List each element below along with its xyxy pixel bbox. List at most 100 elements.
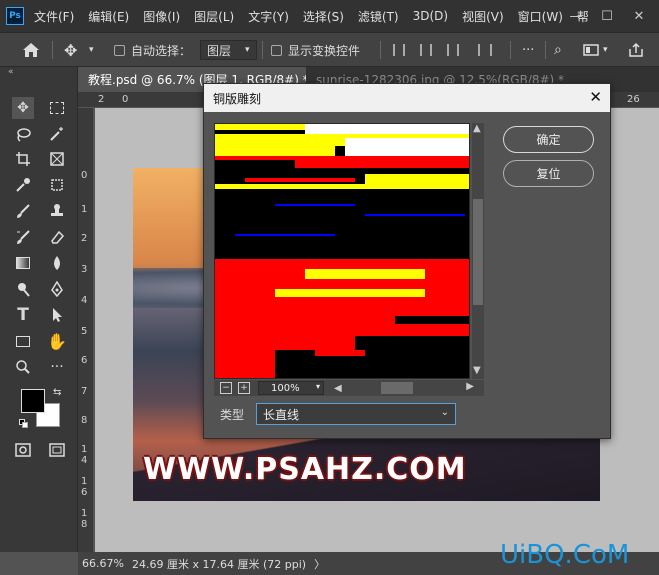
eraser-icon[interactable] [46, 226, 68, 248]
lasso-icon[interactable] [12, 123, 34, 145]
dialog-titlebar[interactable]: 铜版雕刻 ✕ [204, 84, 610, 112]
preview-vertical-scrollbar[interactable]: ▲ ▼ [472, 123, 484, 379]
distribute-icon[interactable] [478, 33, 492, 67]
checkbox-box[interactable] [114, 44, 125, 56]
filter-preview[interactable] [214, 123, 470, 379]
search-icon[interactable]: ⌕ [554, 33, 562, 67]
magic-wand-icon[interactable] [46, 123, 68, 145]
frame-icon[interactable] [46, 148, 68, 170]
pen-icon[interactable] [46, 278, 68, 300]
text-icon[interactable]: T [12, 304, 34, 326]
menu-image[interactable]: 图像(I) [143, 8, 180, 25]
zoom-level[interactable]: 66.67% [82, 557, 128, 570]
dodge-icon[interactable] [12, 278, 34, 300]
quick-mask-icon[interactable] [12, 439, 34, 461]
dialog-title: 铜版雕刻 [213, 91, 262, 106]
ruler-number: 3 [81, 264, 88, 275]
align-left-icon[interactable] [393, 33, 405, 67]
divider [262, 41, 263, 59]
scroll-down-icon[interactable]: ▼ [473, 365, 481, 376]
scroll-right-icon[interactable]: ▶ [466, 381, 474, 392]
menu-file[interactable]: 文件(F) [34, 8, 74, 25]
blur-icon[interactable] [46, 252, 68, 274]
divider [510, 41, 511, 59]
chevron-down-icon[interactable]: ▾ [603, 33, 608, 67]
foreground-color-swatch[interactable] [21, 389, 45, 413]
show-transform-checkbox[interactable]: 显示变换控件 [271, 33, 360, 67]
chevron-down-icon: ▾ [315, 382, 320, 391]
more-icon[interactable]: ··· [46, 356, 68, 378]
ruler-number: 0 [122, 94, 129, 105]
auto-select-checkbox[interactable]: 自动选择： [114, 33, 191, 67]
marquee-icon[interactable] [46, 97, 68, 119]
type-select[interactable]: 长直线 ⌄ [256, 403, 456, 425]
layer-select[interactable]: 图层 ▾ [200, 40, 257, 60]
preview-band [215, 184, 469, 189]
ruler-number: 16 [81, 476, 88, 498]
preview-band [315, 350, 365, 356]
zoom-icon[interactable] [12, 356, 34, 378]
zoom-out-icon[interactable]: − [220, 382, 232, 394]
reset-button[interactable]: 复位 [503, 160, 594, 187]
move-tool-icon[interactable]: ✥ [64, 33, 77, 67]
mezzotint-dialog: 铜版雕刻 ✕ ▲ ▼ − + 100% ▾ ◀ ▶ 确定 复位 类型 长直线 ⌄ [203, 83, 611, 439]
site-brand-logo: UiBQ.CoM [500, 540, 630, 570]
menu-layer[interactable]: 图层(L) [194, 8, 234, 25]
brush-icon[interactable] [12, 200, 34, 222]
stamp-icon[interactable] [46, 200, 68, 222]
align-right-icon[interactable] [447, 33, 459, 67]
menu-3d[interactable]: 3D(D) [413, 9, 448, 23]
hand-icon[interactable]: ✋ [46, 330, 68, 352]
crop-icon[interactable] [12, 148, 34, 170]
preview-band [345, 138, 469, 158]
chevron-down-icon[interactable]: ▾ [89, 33, 94, 67]
maximize-button[interactable]: ☐ [592, 0, 622, 32]
ok-button[interactable]: 确定 [503, 126, 594, 153]
preview-band [235, 234, 335, 236]
path-select-icon[interactable] [46, 304, 68, 326]
menu-window[interactable]: 窗口(W) [518, 8, 563, 25]
menu-bar: Ps 文件(F) 编辑(E) 图像(I) 图层(L) 文字(Y) 选择(S) 滤… [0, 0, 659, 32]
menu-edit[interactable]: 编辑(E) [88, 8, 129, 25]
scroll-up-icon[interactable]: ▲ [473, 123, 481, 134]
zoom-select[interactable]: 100% ▾ [258, 381, 324, 395]
auto-select-label: 自动选择： [131, 43, 192, 58]
scroll-thumb[interactable] [473, 199, 483, 305]
history-brush-icon[interactable] [12, 226, 34, 248]
swap-colors-icon[interactable]: ⇆ [53, 387, 61, 398]
frame-select-icon[interactable] [46, 174, 68, 196]
menu-view[interactable]: 视图(V) [462, 8, 504, 25]
ruler-number: 18 [81, 508, 88, 530]
preview-band [215, 324, 469, 336]
home-icon[interactable] [22, 33, 40, 67]
minimize-button[interactable]: — [561, 0, 591, 32]
screen-mode-icon[interactable] [46, 439, 68, 461]
gradient-icon[interactable] [12, 252, 34, 274]
rectangle-icon[interactable] [12, 330, 34, 352]
more-options-icon[interactable]: ··· [522, 33, 534, 67]
preview-band [245, 178, 355, 182]
share-icon[interactable] [628, 33, 644, 67]
menu-type[interactable]: 文字(Y) [248, 8, 289, 25]
checkbox-box[interactable] [271, 44, 282, 56]
menu-select[interactable]: 选择(S) [303, 8, 344, 25]
close-window-button[interactable]: ✕ [624, 0, 654, 32]
ruler-number: 2 [98, 94, 105, 105]
zoom-value: 100% [271, 382, 300, 394]
preview-band [275, 204, 355, 206]
close-icon[interactable]: ✕ [589, 88, 602, 106]
workspace-icon[interactable] [583, 33, 599, 67]
type-label: 类型 [220, 408, 245, 422]
scroll-left-icon[interactable]: ◀ [334, 383, 342, 394]
show-transform-label: 显示变换控件 [288, 43, 361, 58]
status-arrow-icon[interactable]: 〉 [314, 556, 325, 572]
menu-filter[interactable]: 滤镜(T) [358, 8, 399, 25]
document-info: 24.69 厘米 x 17.64 厘米 (72 ppi) [132, 557, 307, 571]
collapse-panel-icon[interactable]: « [8, 67, 14, 77]
zoom-in-icon[interactable]: + [238, 382, 250, 394]
eyedropper-icon[interactable] [12, 174, 34, 196]
move-icon[interactable]: ✥ [12, 97, 34, 119]
align-center-icon[interactable] [420, 33, 432, 67]
default-colors-icon[interactable] [19, 419, 29, 429]
horizontal-scroll-thumb[interactable] [381, 382, 413, 394]
